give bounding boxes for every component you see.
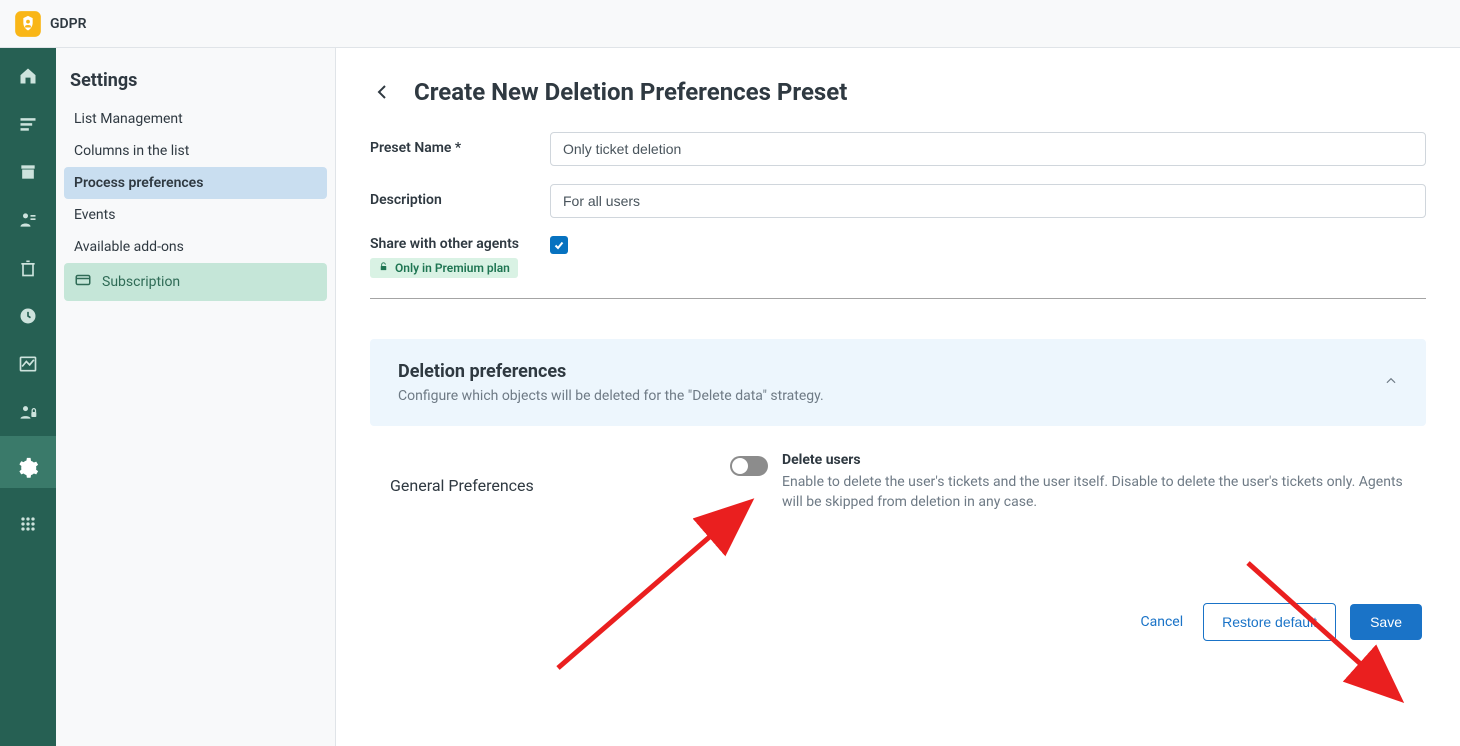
app-logo-icon: [14, 10, 42, 38]
rail-archive-icon[interactable]: [16, 160, 40, 184]
topbar: GDPR: [0, 0, 1460, 48]
restore-default-button[interactable]: Restore default: [1203, 603, 1336, 641]
sidebar-item-subscription[interactable]: Subscription: [64, 263, 327, 301]
sidebar-item-label: Columns in the list: [74, 143, 189, 159]
preset-name-label: Preset Name *: [370, 132, 550, 156]
sidebar-item-label: Available add-ons: [74, 239, 184, 255]
description-label: Description: [370, 184, 550, 208]
sidebar-item-list-management[interactable]: List Management: [64, 103, 327, 135]
share-agents-label: Share with other agents: [370, 236, 550, 252]
sidebar-item-process-preferences[interactable]: Process preferences: [64, 167, 327, 199]
sidebar-heading: Settings: [70, 70, 327, 91]
page-title: Create New Deletion Preferences Preset: [414, 78, 847, 106]
back-button[interactable]: [370, 80, 394, 104]
delete-users-title: Delete users: [782, 452, 1406, 468]
deletion-preferences-panel: Deletion preferences Configure which obj…: [370, 339, 1426, 426]
delete-users-desc: Enable to delete the user's tickets and …: [782, 472, 1406, 513]
sidebar-item-label: List Management: [74, 111, 183, 127]
panel-desc: Configure which objects will be deleted …: [398, 388, 824, 404]
app-title: GDPR: [50, 16, 87, 32]
rail-profile-icon[interactable]: [16, 208, 40, 232]
rail-lists-icon[interactable]: [16, 112, 40, 136]
settings-sidebar: Settings List Management Columns in the …: [56, 48, 336, 746]
rail-trash-icon[interactable]: [16, 256, 40, 280]
lock-icon: [378, 261, 389, 275]
vertical-rail: [0, 48, 56, 746]
cancel-button[interactable]: Cancel: [1135, 606, 1190, 638]
main-content: Create New Deletion Preferences Preset P…: [336, 48, 1460, 746]
general-preferences-label: General Preferences: [390, 452, 730, 495]
sidebar-item-label: Subscription: [102, 274, 180, 290]
preset-name-input[interactable]: [550, 132, 1426, 166]
rail-users-lock-icon[interactable]: [16, 400, 40, 424]
collapse-panel-button[interactable]: [1384, 373, 1398, 392]
panel-title: Deletion preferences: [398, 361, 824, 382]
sidebar-item-columns[interactable]: Columns in the list: [64, 135, 327, 167]
card-icon: [74, 271, 92, 293]
sidebar-item-label: Process preferences: [74, 175, 203, 191]
delete-users-toggle[interactable]: [730, 456, 768, 476]
sidebar-item-events[interactable]: Events: [64, 199, 327, 231]
rail-chart-icon[interactable]: [16, 352, 40, 376]
divider: [370, 298, 1426, 299]
rail-clock-icon[interactable]: [16, 304, 40, 328]
description-input[interactable]: [550, 184, 1426, 218]
rail-apps-icon[interactable]: [16, 512, 40, 536]
sidebar-item-label: Events: [74, 207, 115, 223]
save-button[interactable]: Save: [1350, 604, 1422, 640]
premium-badge: Only in Premium plan: [370, 258, 518, 278]
share-agents-checkbox[interactable]: [550, 236, 568, 254]
rail-home-icon[interactable]: [16, 64, 40, 88]
premium-badge-label: Only in Premium plan: [395, 261, 510, 275]
rail-settings-icon[interactable]: [0, 436, 56, 488]
sidebar-item-addons[interactable]: Available add-ons: [64, 231, 327, 263]
